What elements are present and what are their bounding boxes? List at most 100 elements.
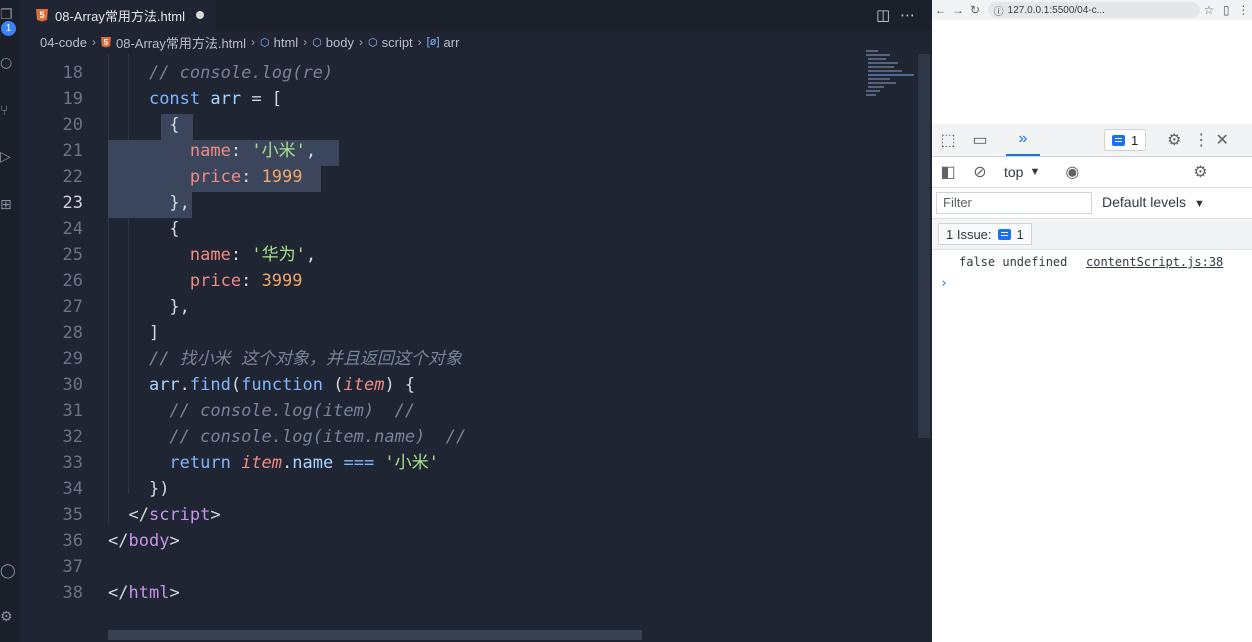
reload-icon[interactable]: ↻ xyxy=(966,3,983,17)
code-token: item xyxy=(241,453,283,473)
messages-badge[interactable]: 1 xyxy=(1104,129,1147,151)
breadcrumb-folder[interactable]: 04-code xyxy=(40,35,87,50)
address-bar[interactable]: ⓘ 127.0.0.1:5500/04-c... xyxy=(987,2,1201,18)
line-number: 33 xyxy=(62,453,83,473)
run-debug-icon[interactable]: ▷ xyxy=(0,146,20,168)
code-line[interactable]: 24 { xyxy=(20,216,912,242)
code-token: function xyxy=(241,375,324,395)
line-number: 20 xyxy=(62,115,83,135)
code-token: name xyxy=(292,453,334,473)
console-prompt[interactable]: › xyxy=(940,276,948,291)
line-source: }, xyxy=(108,294,189,320)
code-line[interactable]: 22 price: 1999 xyxy=(20,164,912,190)
breadcrumb-arr[interactable]: [ø] arr xyxy=(427,35,460,50)
code-line[interactable]: 38 </html> xyxy=(20,580,912,606)
account-icon[interactable]: ◯ xyxy=(0,560,20,582)
code-line[interactable]: 32 // console.log(item.name) // xyxy=(20,424,912,450)
vertical-scrollbar[interactable] xyxy=(918,54,930,438)
code-line[interactable]: 36 </body> xyxy=(20,528,912,554)
sidebar-toggle-icon[interactable]: ◧ xyxy=(932,162,964,182)
extensions-icon[interactable]: ⊞ xyxy=(0,194,20,216)
code-line[interactable]: 30 arr.find(function (item) { xyxy=(20,372,912,398)
code-line[interactable]: 34 }) xyxy=(20,476,912,502)
editor-tab[interactable]: 5 08-Array常用方法.html xyxy=(20,0,216,30)
site-info-icon: ⓘ xyxy=(993,6,1004,18)
code-line[interactable]: 25 name: '华为', xyxy=(20,242,912,268)
inspect-element-icon[interactable]: ⬚ xyxy=(932,130,964,150)
code-token: name xyxy=(189,245,231,265)
breadcrumb-html[interactable]: ⬡ html xyxy=(260,35,298,50)
minimap[interactable] xyxy=(864,48,918,108)
breadcrumb-body[interactable]: ⬡ body xyxy=(312,35,354,50)
code-line[interactable]: 23 }, xyxy=(20,190,912,216)
line-number: 30 xyxy=(62,375,83,395)
code-line[interactable]: 19 const arr = [ xyxy=(20,86,912,112)
close-icon[interactable]: ✕ xyxy=(1212,130,1232,150)
back-icon[interactable]: ← xyxy=(932,3,949,17)
line-source: // console.log(item) // xyxy=(108,398,415,424)
settings-gear-icon[interactable]: ⚙ xyxy=(1158,130,1190,150)
line-source: // console.log(re) xyxy=(108,60,333,86)
code-line[interactable]: 28 ] xyxy=(20,320,912,346)
forward-icon[interactable]: → xyxy=(949,3,966,17)
code-line[interactable]: 26 price: 3999 xyxy=(20,268,912,294)
code-line[interactable]: 37 xyxy=(20,554,912,580)
html5-icon: 5 xyxy=(36,8,48,22)
messages-count: 1 xyxy=(1131,132,1139,148)
page-viewport xyxy=(932,20,1252,124)
breadcrumb-arr-label: arr xyxy=(443,34,460,50)
line-source: ] xyxy=(108,320,159,346)
code-token: body xyxy=(128,531,170,551)
unsaved-dot-icon[interactable] xyxy=(196,11,205,19)
code-token: ) { xyxy=(384,375,416,395)
clear-console-icon[interactable]: ⊘ xyxy=(964,162,996,182)
line-number: 38 xyxy=(62,583,83,603)
line-source: arr.find(function (item) { xyxy=(108,372,415,398)
dropdown-arrow-icon: ▼ xyxy=(1193,198,1205,210)
line-number: 22 xyxy=(62,167,83,187)
line-source: // console.log(item.name) // xyxy=(108,424,466,450)
console-toolbar: ◧ ⊘ top ▼ ◉ ⚙ xyxy=(932,157,1252,188)
code-line[interactable]: 33 return item.name === '小米' xyxy=(20,450,912,476)
breadcrumb-script[interactable]: ⬡ script xyxy=(368,35,413,50)
code-area[interactable]: 18 // console.log(re) 19 const arr = [20 … xyxy=(20,54,912,642)
filter-input[interactable]: Filter xyxy=(936,192,1092,214)
line-source: </html> xyxy=(108,580,180,606)
more-tabs-icon[interactable]: » xyxy=(1006,124,1040,156)
console-settings-icon[interactable]: ⚙ xyxy=(1184,162,1216,182)
line-source: const arr = [ xyxy=(108,86,282,112)
code-line[interactable]: 29 // 找小米 这个对象，并且返回这个对象 xyxy=(20,346,912,372)
horizontal-scrollbar[interactable] xyxy=(108,630,642,640)
code-line[interactable]: 21 name: '小米', xyxy=(20,138,912,164)
code-line[interactable]: 31 // console.log(item) // xyxy=(20,398,912,424)
search-icon[interactable]: ○ xyxy=(0,52,20,74)
code-line[interactable]: 27 }, xyxy=(20,294,912,320)
bookmark-star-icon[interactable]: ☆ xyxy=(1200,3,1217,17)
line-source: { xyxy=(108,112,179,138)
live-expression-eye-icon[interactable]: ◉ xyxy=(1056,162,1088,182)
sidebar-icon[interactable]: ▯ xyxy=(1218,3,1235,17)
code-token: > xyxy=(210,505,221,525)
kebab-menu-icon[interactable]: ⋮ xyxy=(1190,130,1212,150)
settings-gear-icon[interactable]: ⚙ xyxy=(0,606,20,628)
more-actions-icon[interactable]: ⋯ xyxy=(900,6,915,24)
log-levels-select[interactable]: Default levels ▼ xyxy=(1102,194,1205,210)
breadcrumb-script-label: script xyxy=(381,34,413,50)
menu-icon[interactable]: ⋮ xyxy=(1235,3,1252,17)
variable-icon: [ø] xyxy=(426,36,440,48)
context-select[interactable]: top ▼ xyxy=(1004,164,1040,180)
log-source-link[interactable]: contentScript.js:38 xyxy=(1086,250,1223,274)
code-line[interactable]: 35 </script> xyxy=(20,502,912,528)
code-token: , xyxy=(305,141,317,161)
code-token: </ xyxy=(128,505,149,525)
issues-button[interactable]: 1 Issue: 1 xyxy=(938,223,1032,245)
split-editor-icon[interactable]: ◫ xyxy=(876,6,890,24)
explorer-badge: 1 xyxy=(1,21,16,36)
line-number: 23 xyxy=(62,193,83,213)
source-control-icon[interactable]: ⑂ xyxy=(0,100,20,122)
device-toolbar-icon[interactable]: ▭ xyxy=(964,130,996,150)
code-line[interactable]: 20 { xyxy=(20,112,912,138)
breadcrumb-file[interactable]: 5 08-Array常用方法.html xyxy=(100,33,246,52)
code-token: price xyxy=(189,271,242,291)
code-line[interactable]: 18 // console.log(re) xyxy=(20,60,912,86)
